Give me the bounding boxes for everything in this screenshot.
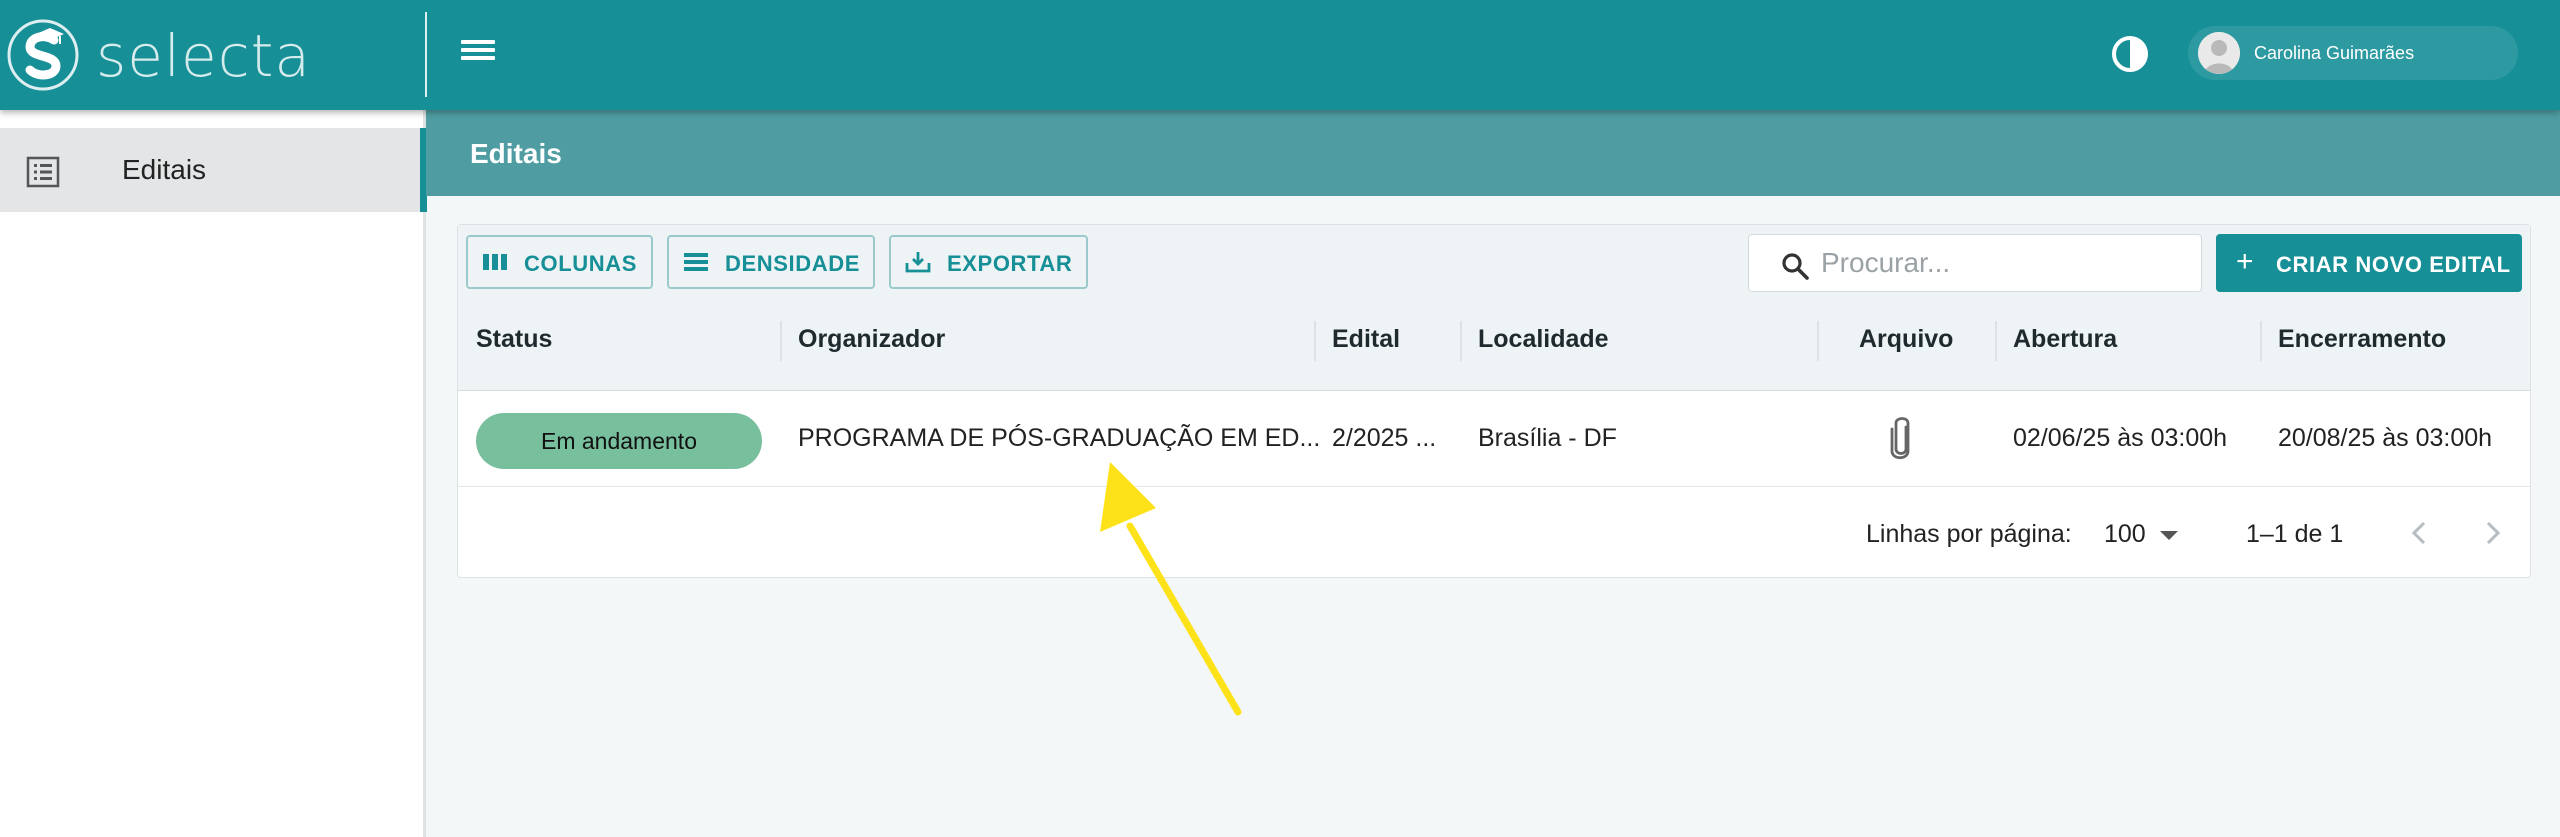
search-input[interactable] [1821,245,2181,281]
grid-toolbar-and-header: COLUNAS DENSIDADE EXPORTAR + CRIAR NOVO [458,225,2530,391]
rows-per-page-label: Linhas por página: [1866,520,2072,548]
paperclip-icon[interactable] [1886,415,1916,461]
search-icon [1782,253,1809,280]
topbar-divider [425,12,427,97]
cell-abertura: 02/06/25 às 03:00h [2013,424,2228,452]
rows-per-page-value: 100 [2104,520,2146,548]
chevron-down-icon [2160,531,2178,540]
cell-encerramento: 20/08/25 às 03:00h [2278,424,2493,452]
logo-wordmark: selecta [96,22,311,90]
column-header-encerramento[interactable]: Encerramento [2278,325,2446,354]
table-row[interactable]: Em andamento PROGRAMA DE PÓS-GRADUAÇÃO E… [458,391,2530,487]
columns-icon [483,254,507,270]
export-button[interactable]: EXPORTAR [889,235,1088,289]
column-header-edital[interactable]: Edital [1332,325,1400,354]
cell-localidade: Brasília - DF [1478,424,1617,452]
density-button[interactable]: DENSIDADE [667,235,875,289]
column-separator[interactable] [1460,321,1462,361]
user-menu[interactable]: Carolina Guimarães [2188,26,2518,80]
rows-per-page-select[interactable]: 100 [2104,518,2184,550]
next-page-icon[interactable] [2472,513,2512,553]
previous-page-icon[interactable] [2400,513,2440,553]
column-header-organizador[interactable]: Organizador [798,325,945,354]
density-icon [684,253,708,271]
top-app-bar: selecta Carolina Guimarães [0,0,2560,110]
selecta-logo-icon [7,19,79,91]
create-edital-button[interactable]: + CRIAR NOVO EDITAL [2216,234,2522,292]
column-header-arquivo[interactable]: Arquivo [1859,325,1953,354]
menu-icon[interactable] [458,36,498,72]
search-field[interactable] [1748,234,2202,292]
column-separator[interactable] [780,321,782,361]
data-grid: COLUNAS DENSIDADE EXPORTAR + CRIAR NOVO [457,224,2531,578]
create-edital-label: CRIAR NOVO EDITAL [2276,252,2511,277]
list-icon [26,156,60,188]
columns-button[interactable]: COLUNAS [466,235,653,289]
download-icon [905,252,931,273]
avatar-icon [2198,32,2240,74]
column-separator[interactable] [2260,321,2262,361]
page-title: Editais [470,138,562,169]
app-logo[interactable]: selecta [6,14,310,94]
column-separator[interactable] [1817,321,1819,361]
contrast-icon[interactable] [2110,34,2150,74]
columns-button-label: COLUNAS [524,251,637,276]
pagination-footer: Linhas por página: 100 1–1 de 1 [458,487,2530,577]
sidebar-item-editais[interactable]: Editais [0,128,426,212]
status-badge: Em andamento [476,413,762,469]
export-button-label: EXPORTAR [947,251,1073,276]
pagination-range: 1–1 de 1 [2246,520,2344,548]
column-separator[interactable] [1995,321,1997,361]
sidebar: Editais [0,110,426,837]
cell-organizador: PROGRAMA DE PÓS-GRADUAÇÃO EM ED... [798,424,1321,452]
plus-icon: + [2236,245,2255,278]
column-header-localidade[interactable]: Localidade [1478,325,1609,354]
density-button-label: DENSIDADE [725,251,860,276]
column-header-status[interactable]: Status [476,325,552,354]
page-header: Editais [426,110,2560,196]
user-name: Carolina Guimarães [2254,43,2415,63]
column-separator[interactable] [1314,321,1316,361]
column-header-abertura[interactable]: Abertura [2013,325,2117,354]
sidebar-item-label: Editais [122,154,207,185]
cell-edital: 2/2025 ... [1332,424,1437,452]
